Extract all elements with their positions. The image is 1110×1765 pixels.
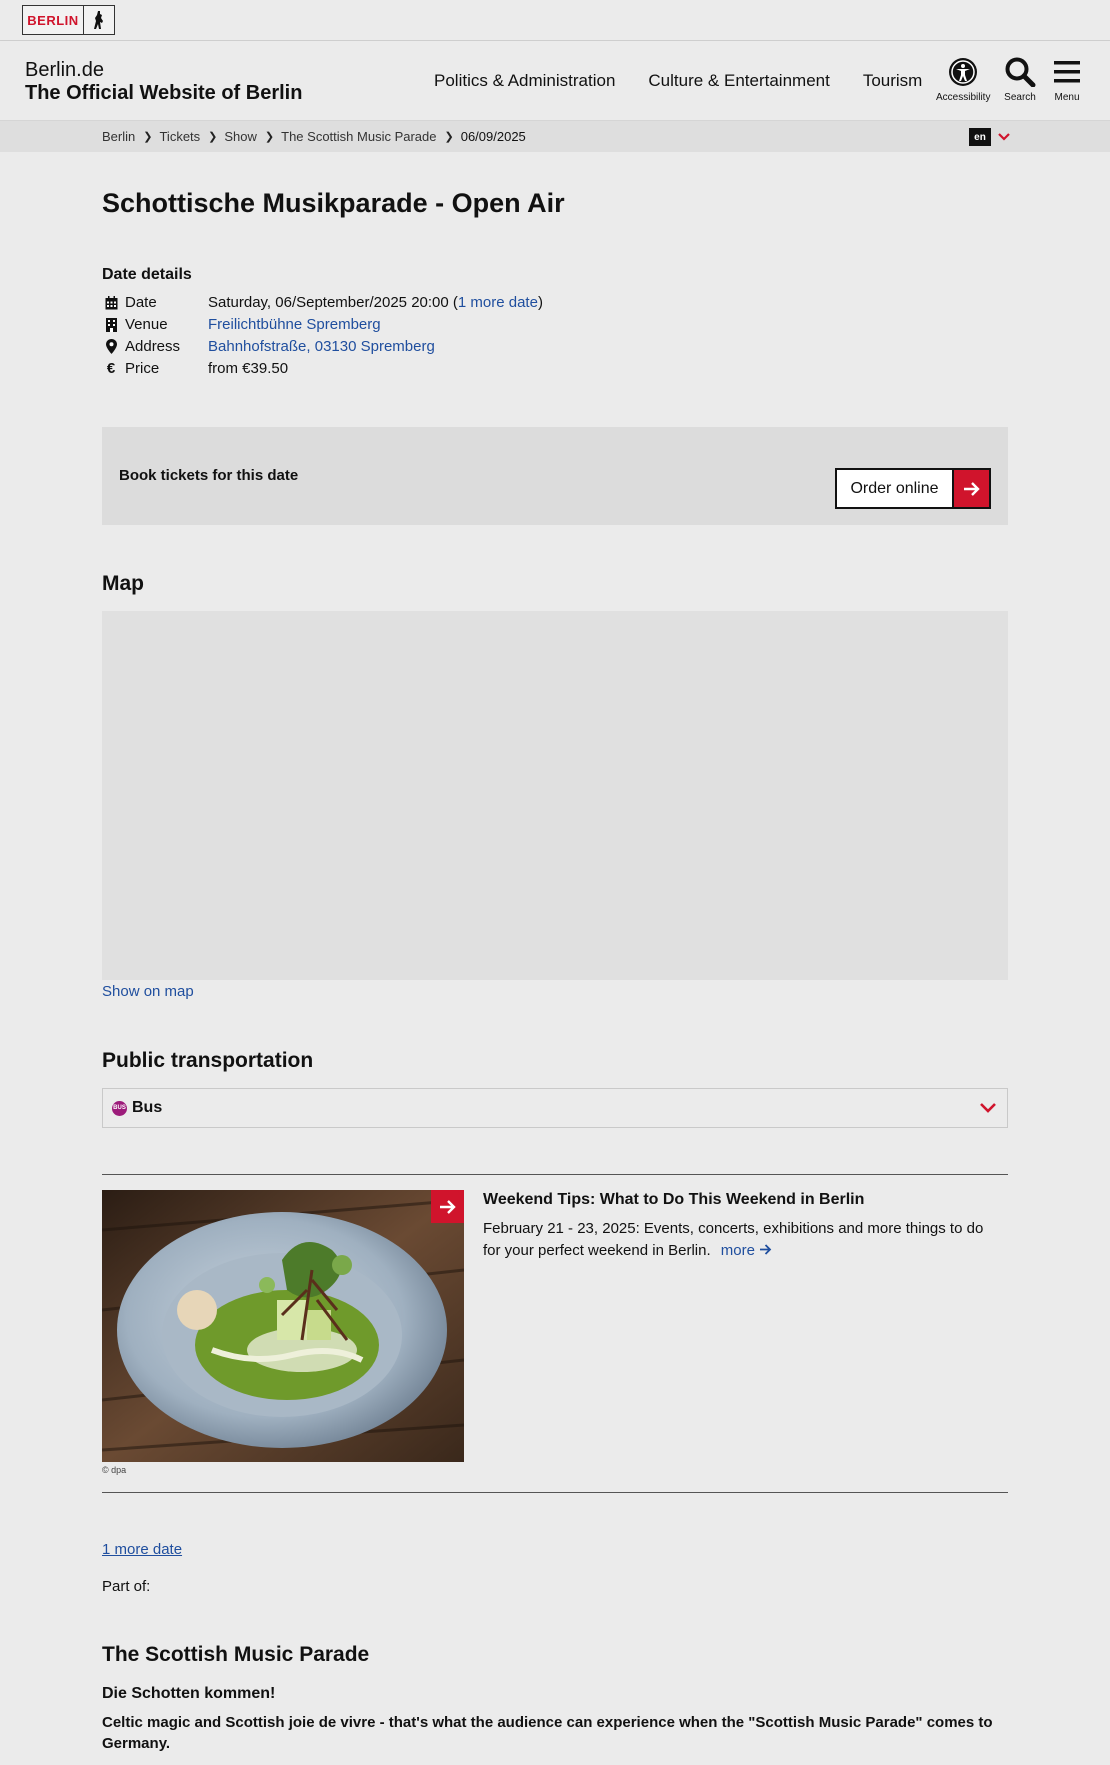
venue-label: Venue [125,316,168,333]
chevron-down-icon [980,1103,996,1113]
top-bar: BERLIN [0,0,1110,41]
search-button[interactable]: Search [1004,57,1036,103]
teaser-image[interactable] [102,1190,464,1462]
date-label: Date [125,294,157,311]
breadcrumb-tickets[interactable]: Tickets [159,129,200,144]
price-value: from €39.50 [208,360,289,377]
arrow-right-icon [760,1244,772,1255]
site-name[interactable]: Berlin.de The Official Website of Berlin [25,59,302,105]
breadcrumb-scottish-music-parade[interactable]: The Scottish Music Parade [281,129,436,144]
chevron-right-icon: ❯ [264,131,275,143]
booking-box: Book tickets for this date Order online [102,427,1008,525]
search-label: Search [1004,92,1036,103]
breadcrumb-show[interactable]: Show [224,129,257,144]
logo-wordmark: BERLIN [23,6,84,34]
date-details-heading: Date details [102,266,192,283]
teaser-title[interactable]: Weekend Tips: What to Do This Weekend in… [483,1191,864,1209]
berlin-logo[interactable]: BERLIN [22,5,115,35]
bus-label: Bus [132,1099,163,1116]
breadcrumb-berlin[interactable]: Berlin [102,129,135,144]
order-online-button[interactable]: Order online [835,468,991,509]
price-label: Price [125,360,160,377]
page-title: Schottische Musikparade - Open Air [102,188,565,218]
site-name-title: Berlin.de [25,59,104,81]
bus-icon: BUS [112,1100,127,1116]
chevron-down-icon [998,133,1010,141]
menu-label: Menu [1054,92,1080,103]
site-name-subtitle: The Official Website of Berlin [25,82,303,104]
address-label: Address [125,338,181,355]
address-row: Address Bahnhofstraße, 03130 Spremberg [102,338,435,355]
nav-culture[interactable]: Culture & Entertainment [648,71,829,91]
transport-heading: Public transportation [102,1049,314,1072]
teaser-arrow-button[interactable] [431,1190,464,1223]
more-date-link[interactable]: 1 more date [458,294,538,311]
breadcrumb-current: 06/09/2025 [460,129,526,144]
language-switcher[interactable]: en [969,128,1013,146]
arrow-right-icon [952,470,989,507]
address-link[interactable]: Bahnhofstraße, 03130 Spremberg [208,338,435,355]
divider [102,1174,1008,1175]
date-value-close: ) [537,294,543,311]
building-icon [102,317,120,332]
arrow-right-icon [439,1199,456,1214]
nav-tourism[interactable]: Tourism [863,71,923,91]
venue-link[interactable]: Freilichtbühne Spremberg [208,316,381,333]
chevron-right-icon: ❯ [444,131,454,143]
hamburger-icon [1054,61,1080,83]
price-row: € Price from €39.50 [102,360,288,377]
breadcrumb: Berlin ❯ Tickets ❯ Show ❯ The Scottish M… [102,129,526,144]
venue-row: Venue Freilichtbühne Spremberg [102,316,381,333]
bus-accordion[interactable]: BUS Bus [102,1088,1008,1128]
breadcrumb-bar: Berlin ❯ Tickets ❯ Show ❯ The Scottish M… [0,121,1110,152]
order-online-label: Order online [850,479,939,497]
main-nav: Politics & Administration Culture & Ente… [434,71,955,91]
menu-button[interactable]: Menu [1052,57,1082,103]
show-on-map-link[interactable]: Show on map [102,983,194,1000]
date-value: Saturday, 06/September/2025 20:00 ( [208,294,458,311]
calendar-icon [102,295,120,310]
more-dates-link[interactable]: 1 more date [102,1541,182,1558]
map-heading: Map [102,572,144,595]
site-header: Berlin.de The Official Website of Berlin… [0,41,1110,121]
nav-politics[interactable]: Politics & Administration [434,71,615,91]
series-subtitle: Die Schotten kommen! [102,1685,276,1702]
chevron-right-icon: ❯ [208,131,218,143]
date-row: Date Saturday, 06/September/2025 20:00 (… [102,294,543,311]
euro-icon: € [106,360,116,377]
teaser-more-label: more [720,1242,755,1259]
accessibility-icon [949,58,978,86]
divider [102,1492,1008,1493]
map-placeholder[interactable] [102,611,1008,980]
search-icon [1005,57,1036,88]
teaser-text: February 21 - 23, 2025: Events, concerts… [483,1218,1003,1262]
series-lead: Celtic magic and Scottish joie de vivre … [102,1714,993,1752]
accessibility-button[interactable]: Accessibility [936,57,990,103]
language-code: en [969,128,991,146]
part-of-label: Part of: [102,1578,151,1595]
bear-icon [84,6,114,34]
booking-text: Book tickets for this date [119,467,299,484]
accessibility-label: Accessibility [936,92,991,103]
chevron-right-icon: ❯ [143,131,153,143]
teaser-more-link[interactable]: more [721,1242,772,1259]
series-title: The Scottish Music Parade [102,1643,370,1666]
map-pin-icon [102,339,120,354]
image-credit: © dpa [102,1465,127,1475]
